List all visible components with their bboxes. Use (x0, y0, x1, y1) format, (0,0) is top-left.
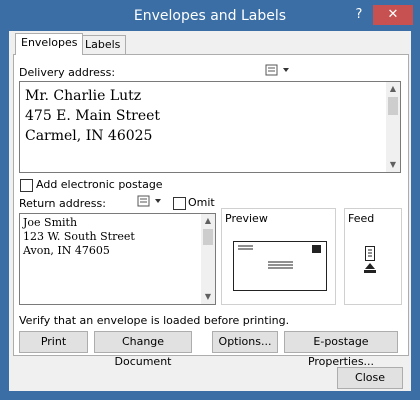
scroll-thumb[interactable] (203, 229, 213, 245)
scroll-up-arrow[interactable]: ▲ (201, 214, 215, 228)
window-close-button[interactable]: ✕ (373, 5, 413, 25)
delivery-address-field[interactable]: Mr. Charlie Lutz 475 E. Main Street Carm… (19, 81, 401, 173)
e-postage-properties-button[interactable]: E-postage Properties... (284, 331, 398, 368)
envelope-preview-icon (233, 241, 327, 291)
preview-label: Preview (225, 212, 268, 225)
title-bar: Envelopes and Labels ? ✕ (1, 1, 419, 31)
return-line: Avon, IN 47605 (23, 244, 110, 257)
tab-envelopes-label: Envelopes (21, 36, 78, 49)
delivery-address-book-button[interactable] (265, 64, 293, 79)
delivery-address-label: Delivery address: (19, 66, 116, 79)
return-line: 123 W. South Street (23, 230, 135, 243)
scroll-up-arrow[interactable]: ▲ (386, 82, 400, 96)
delivery-line: Mr. Charlie Lutz (25, 88, 142, 104)
options-button[interactable]: Options... (212, 331, 278, 353)
address-book-icon (265, 64, 289, 76)
return-scrollbar[interactable]: ▲ ▼ (201, 214, 215, 304)
omit-checkbox[interactable] (173, 197, 186, 210)
return-address-label: Return address: (19, 197, 106, 210)
scroll-down-arrow[interactable]: ▼ (201, 290, 215, 304)
verify-text: Verify that an envelope is loaded before… (19, 314, 290, 327)
electronic-postage-checkbox[interactable] (20, 179, 33, 192)
omit-label: Omit (188, 196, 215, 209)
address-book-icon (137, 195, 161, 207)
scroll-thumb[interactable] (388, 97, 398, 115)
return-address-book-button[interactable] (137, 195, 165, 210)
print-button[interactable]: Print (19, 331, 88, 353)
delivery-scrollbar[interactable]: ▲ ▼ (386, 82, 400, 172)
delivery-line: 475 E. Main Street (25, 108, 161, 124)
electronic-postage-label: Add electronic postage (36, 178, 163, 191)
close-button[interactable]: Close (337, 367, 403, 389)
feed-label: Feed (348, 212, 375, 225)
scroll-down-arrow[interactable]: ▼ (386, 158, 400, 172)
dialog-client-area: Envelopes Labels Delivery address: Mr. C… (9, 31, 411, 391)
help-button[interactable]: ? (347, 5, 371, 25)
tab-envelopes[interactable]: Envelopes (15, 33, 84, 55)
change-document-button[interactable]: Change Document (94, 331, 192, 368)
dialog-window: Envelopes and Labels ? ✕ Envelopes Label… (0, 0, 420, 400)
return-address-field[interactable]: Joe Smith 123 W. South Street Avon, IN 4… (19, 213, 216, 305)
envelope-feed-icon (364, 246, 376, 273)
return-line: Joe Smith (23, 216, 78, 229)
tab-labels[interactable]: Labels (79, 35, 127, 54)
delivery-line: Carmel, IN 46025 (25, 128, 153, 144)
envelopes-panel: Delivery address: Mr. Charlie Lutz 475 E… (13, 54, 409, 368)
tab-labels-label: Labels (85, 38, 121, 51)
